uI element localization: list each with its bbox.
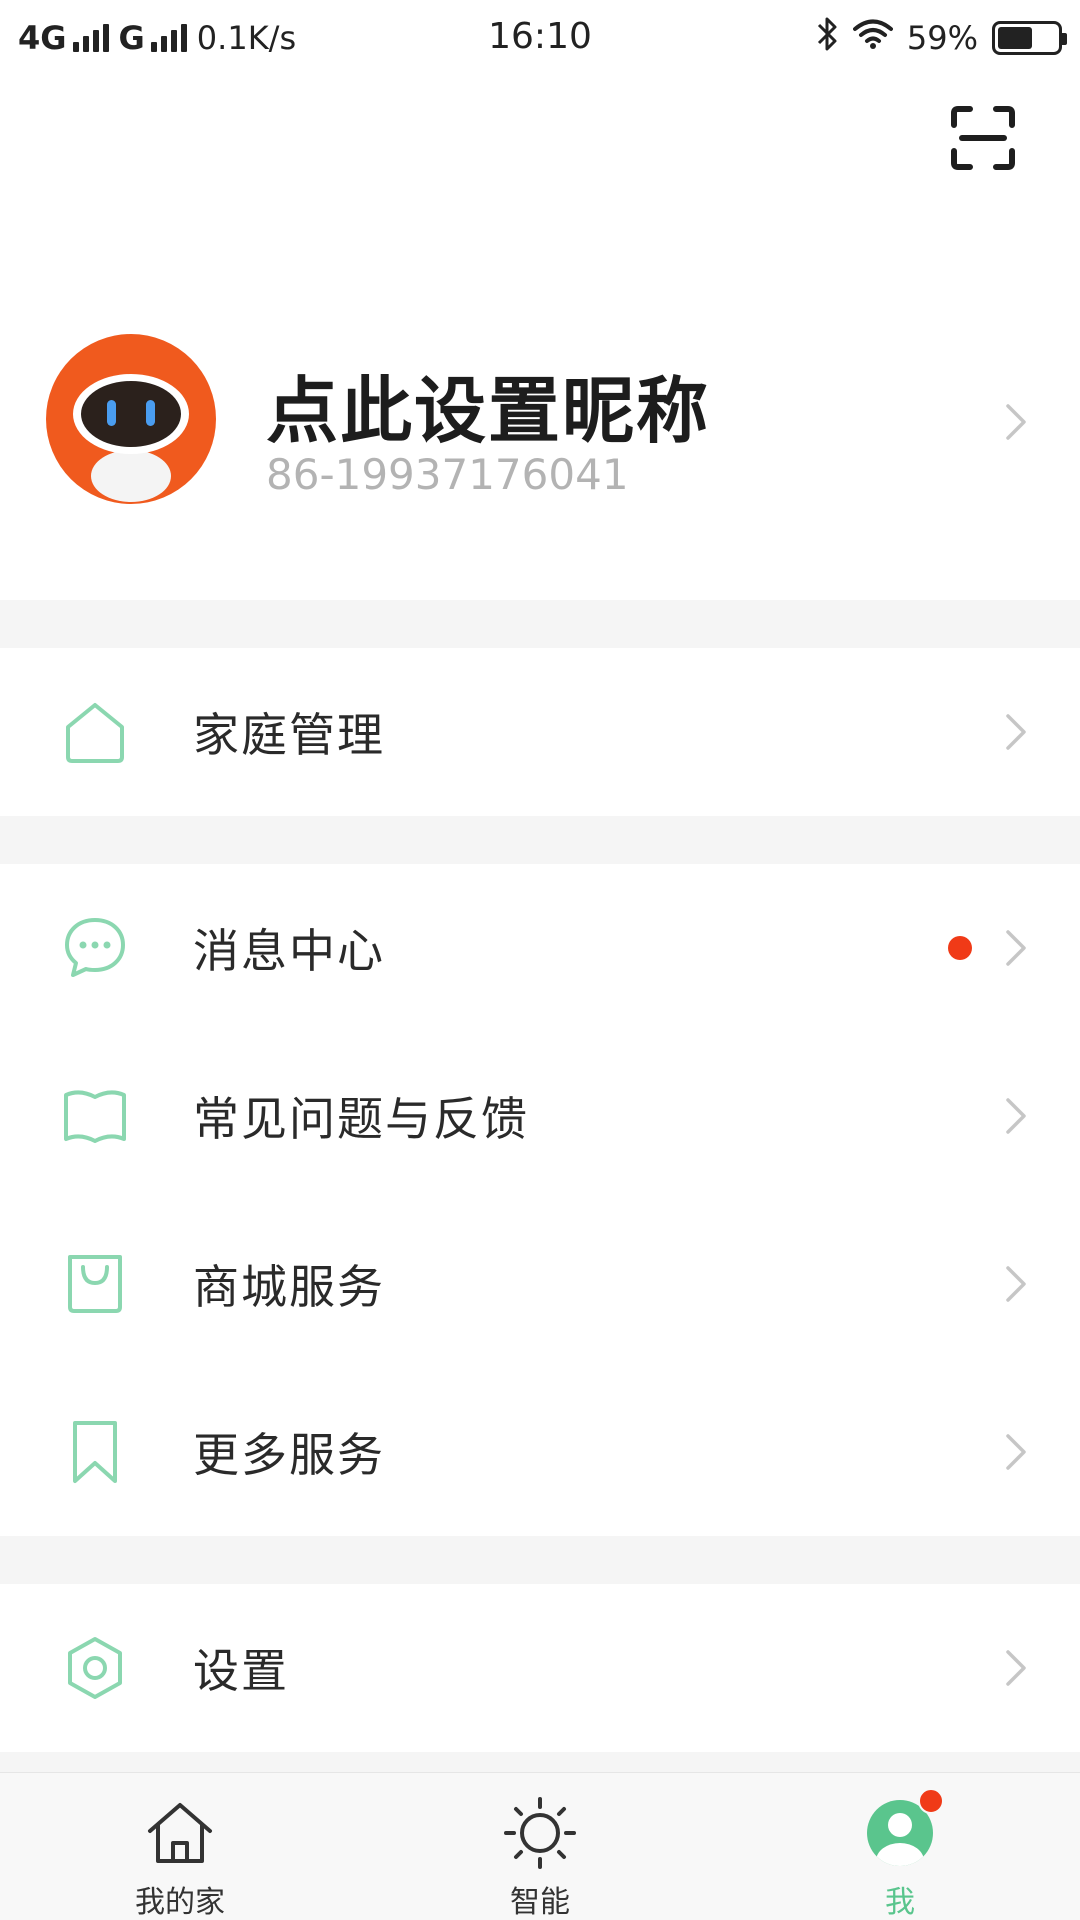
tab-label: 我: [885, 1885, 915, 1920]
tab-label: 我的家: [135, 1885, 225, 1920]
menu-item-more[interactable]: 更多服务: [0, 1368, 1080, 1536]
chevron-right-icon: [1002, 926, 1030, 970]
home-icon: [62, 699, 128, 765]
chevron-right-icon: [1002, 1262, 1030, 1306]
settings-icon: [62, 1635, 128, 1701]
scan-icon[interactable]: [950, 105, 1016, 171]
battery-fill: [998, 27, 1033, 49]
battery-percent: 59%: [906, 19, 978, 57]
tab-smart[interactable]: 智能: [440, 1773, 640, 1920]
unread-badge: [948, 936, 972, 960]
menu-item-label: 常见问题与反馈: [193, 1092, 529, 1146]
menu-item-label: 商城服务: [193, 1260, 385, 1314]
chevron-right-icon: [1002, 710, 1030, 754]
chat-icon: [62, 915, 128, 981]
tab-label: 智能: [510, 1885, 570, 1920]
house-icon: [142, 1795, 218, 1871]
status-right: 59%: [815, 15, 1067, 61]
section-divider: [0, 600, 1080, 648]
book-icon: [62, 1083, 128, 1149]
tab-home[interactable]: 我的家: [80, 1773, 280, 1920]
nickname: 点此设置昵称: [266, 369, 711, 453]
wifi-icon: [852, 18, 893, 58]
menu-item-messages[interactable]: 消息中心: [0, 864, 1080, 1032]
menu-item-faq[interactable]: 常见问题与反馈: [0, 1032, 1080, 1200]
battery-icon: [992, 21, 1067, 55]
phone-number: 86-19937176041: [266, 450, 629, 499]
menu-item-family[interactable]: 家庭管理: [0, 648, 1080, 816]
bookmark-icon: [62, 1419, 128, 1485]
bottom-tab-bar: 我的家 智能 我: [0, 1772, 1080, 1920]
chevron-right-icon: [1002, 400, 1030, 444]
chevron-right-icon: [1002, 1646, 1030, 1690]
menu-item-label: 消息中心: [193, 924, 385, 978]
sun-icon: [502, 1795, 578, 1871]
notification-badge: [918, 1788, 944, 1814]
section-divider: [0, 1536, 1080, 1584]
shopping-bag-icon: [62, 1251, 128, 1317]
menu-item-settings[interactable]: 设置: [0, 1584, 1080, 1752]
tab-me[interactable]: 我: [800, 1773, 1000, 1920]
menu-item-label: 更多服务: [193, 1428, 385, 1482]
chevron-right-icon: [1002, 1430, 1030, 1474]
menu-item-label: 家庭管理: [193, 708, 385, 762]
section-divider: [0, 1752, 1080, 1772]
avatar[interactable]: [46, 334, 216, 504]
menu-item-label: 设置: [193, 1644, 289, 1698]
status-bar: 4G G 0.1K/s 16:10 59%: [0, 0, 1080, 76]
bluetooth-icon: [815, 15, 839, 61]
chevron-right-icon: [1002, 1094, 1030, 1138]
section-divider: [0, 816, 1080, 864]
profile-header[interactable]: 点此设置昵称 86-19937176041: [0, 320, 1080, 520]
menu-item-store[interactable]: 商城服务: [0, 1200, 1080, 1368]
